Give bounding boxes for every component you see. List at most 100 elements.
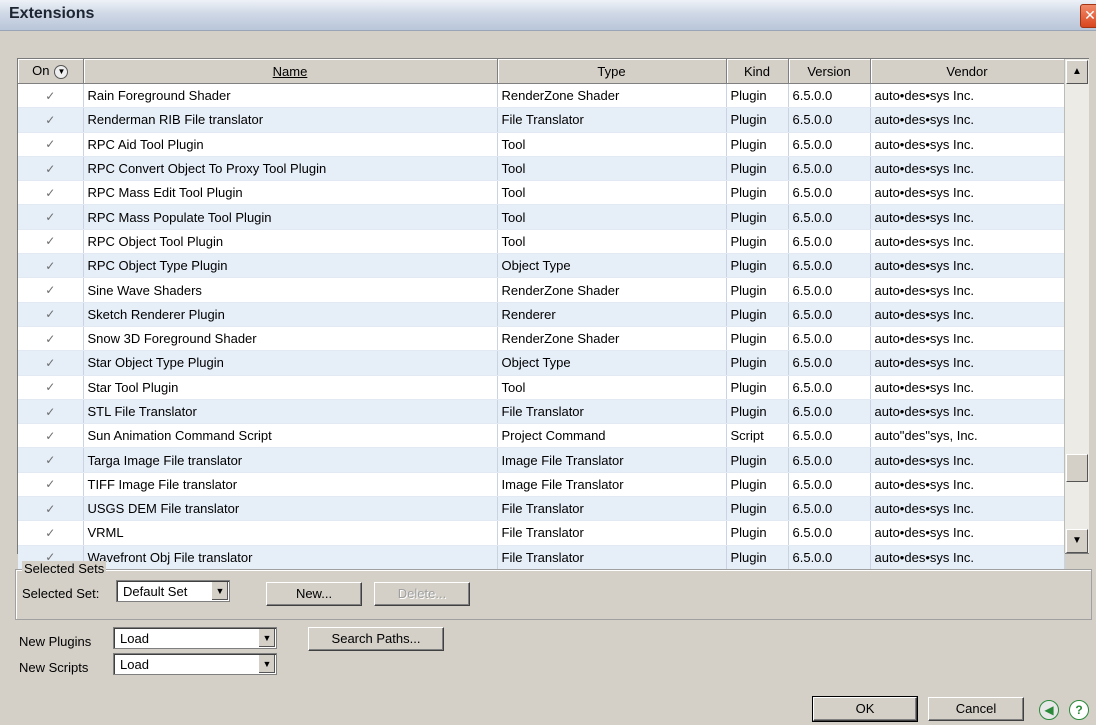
table-row[interactable]: ✓ Star Object Type Plugin Object Type Plugi… bbox=[18, 350, 1065, 376]
table-row[interactable]: ✓ RPC Convert Object To Proxy Tool Plugin… bbox=[18, 156, 1065, 182]
checkmark-icon[interactable]: ✓ bbox=[18, 423, 84, 449]
new-set-button[interactable]: New... bbox=[266, 582, 362, 606]
checkmark-icon[interactable]: ✓ bbox=[18, 132, 84, 157]
cell-version: 6.5.0.0 bbox=[788, 520, 871, 546]
table-row[interactable]: ✓ Targa Image File translator Image File T… bbox=[18, 447, 1065, 473]
table-row[interactable]: ✓ TIFF Image File translator Image File Tr… bbox=[18, 472, 1065, 498]
cell-kind: Plugin bbox=[726, 277, 789, 303]
scroll-up-arrow[interactable]: ▲ bbox=[1066, 60, 1088, 84]
new-scripts-value: Load bbox=[120, 657, 149, 672]
cell-version: 6.5.0.0 bbox=[788, 472, 871, 498]
checkmark-icon[interactable]: ✓ bbox=[18, 156, 84, 182]
cell-vendor: auto•des•sys Inc. bbox=[870, 302, 1065, 327]
ok-button[interactable]: OK bbox=[812, 696, 918, 722]
checkmark-icon[interactable]: ✓ bbox=[18, 180, 84, 206]
chevron-down-icon[interactable]: ▼ bbox=[211, 582, 228, 600]
cell-kind: Plugin bbox=[726, 107, 789, 133]
checkmark-icon[interactable]: ✓ bbox=[18, 107, 84, 133]
search-paths-button[interactable]: Search Paths... bbox=[308, 627, 444, 651]
chevron-down-icon[interactable]: ▼ bbox=[258, 629, 275, 647]
new-plugins-dropdown[interactable]: Load ▼ bbox=[113, 627, 277, 649]
cell-type: Tool bbox=[497, 132, 727, 157]
checkmark-icon[interactable]: ✓ bbox=[18, 326, 84, 352]
cell-kind: Plugin bbox=[726, 204, 789, 230]
delete-set-button[interactable]: Delete... bbox=[374, 582, 470, 606]
table-row[interactable]: ✓ Sketch Renderer Plugin Renderer Plugin 6.5… bbox=[18, 302, 1065, 327]
cell-type: Tool bbox=[497, 156, 727, 182]
scroll-thumb[interactable] bbox=[1066, 454, 1088, 482]
table-row[interactable]: ✓ USGS DEM File translator File Translator… bbox=[18, 496, 1065, 522]
column-header-on[interactable]: On ▼ bbox=[18, 59, 84, 84]
cell-name: Renderman RIB File translator bbox=[83, 107, 498, 133]
checkmark-icon[interactable]: ✓ bbox=[18, 302, 84, 327]
new-scripts-label: New Scripts bbox=[19, 660, 89, 675]
scroll-down-arrow[interactable]: ▼ bbox=[1066, 529, 1088, 553]
selected-set-dropdown[interactable]: Default Set ▼ bbox=[116, 580, 230, 602]
checkmark-icon[interactable]: ✓ bbox=[18, 229, 84, 255]
cell-kind: Plugin bbox=[726, 83, 789, 109]
vertical-scrollbar[interactable]: ▲ ▼ bbox=[1064, 59, 1089, 553]
back-arrow-icon[interactable]: ◀ bbox=[1039, 700, 1059, 720]
checkmark-icon[interactable]: ✓ bbox=[18, 277, 84, 303]
table-row[interactable]: ✓ STL File Translator File Translator Plugi… bbox=[18, 399, 1065, 425]
table-row[interactable]: ✓ RPC Aid Tool Plugin Tool Plugin 6.5.0.0 aut… bbox=[18, 132, 1065, 157]
table-row[interactable]: ✓ VRML File Translator Plugin 6.5.0.0 auto•de… bbox=[18, 520, 1065, 546]
cell-kind: Plugin bbox=[726, 229, 789, 255]
cell-version: 6.5.0.0 bbox=[788, 423, 871, 449]
cell-name: Sun Animation Command Script bbox=[83, 423, 498, 449]
cell-type: Renderer bbox=[497, 302, 727, 327]
cell-version: 6.5.0.0 bbox=[788, 350, 871, 376]
checkmark-icon[interactable]: ✓ bbox=[18, 399, 84, 425]
checkmark-icon[interactable]: ✓ bbox=[18, 204, 84, 230]
selected-set-value: Default Set bbox=[123, 584, 188, 599]
column-header-name[interactable]: Name bbox=[83, 59, 498, 84]
cell-vendor: auto•des•sys Inc. bbox=[870, 180, 1065, 206]
sort-menu-icon[interactable]: ▼ bbox=[54, 64, 69, 79]
table-row[interactable]: ✓ RPC Mass Populate Tool Plugin Tool Plugin… bbox=[18, 204, 1065, 230]
cancel-button[interactable]: Cancel bbox=[928, 697, 1024, 721]
column-header-kind[interactable]: Kind bbox=[726, 59, 789, 84]
table-row[interactable]: ✓ Renderman RIB File translator File Trans… bbox=[18, 107, 1065, 133]
table-row[interactable]: ✓ Star Tool Plugin Tool Plugin 6.5.0.0 auto•d… bbox=[18, 375, 1065, 400]
column-header-version[interactable]: Version bbox=[788, 59, 871, 84]
cell-kind: Plugin bbox=[726, 253, 789, 279]
table-row[interactable]: ✓ Sine Wave Shaders RenderZone Shader Plugi… bbox=[18, 277, 1065, 303]
checkmark-icon[interactable]: ✓ bbox=[18, 472, 84, 498]
extensions-table: On ▼ Name Type Kind Version Vendor ✓ Rain … bbox=[18, 59, 1065, 570]
help-icon[interactable]: ? bbox=[1069, 700, 1089, 720]
cell-version: 6.5.0.0 bbox=[788, 375, 871, 400]
table-row[interactable]: ✓ Snow 3D Foreground Shader RenderZone Sha… bbox=[18, 326, 1065, 352]
cell-type: File Translator bbox=[497, 520, 727, 546]
table-row[interactable]: ✓ Sun Animation Command Script Project Com… bbox=[18, 423, 1065, 449]
cell-name: VRML bbox=[83, 520, 498, 546]
checkmark-icon[interactable]: ✓ bbox=[18, 350, 84, 376]
checkmark-icon[interactable]: ✓ bbox=[18, 375, 84, 400]
table-row[interactable]: ✓ RPC Mass Edit Tool Plugin Tool Plugin 6.5.… bbox=[18, 180, 1065, 206]
checkmark-icon[interactable]: ✓ bbox=[18, 253, 84, 279]
cell-name: Wavefront Obj File translator bbox=[83, 545, 498, 570]
cell-kind: Plugin bbox=[726, 350, 789, 376]
close-button[interactable]: ✕ bbox=[1080, 4, 1096, 28]
table-row[interactable]: ✓ Rain Foreground Shader RenderZone Shader… bbox=[18, 83, 1065, 109]
checkmark-icon[interactable]: ✓ bbox=[18, 520, 84, 546]
table-row[interactable]: ✓ Wavefront Obj File translator File Trans… bbox=[18, 545, 1065, 570]
checkmark-icon[interactable]: ✓ bbox=[18, 447, 84, 473]
cell-type: Tool bbox=[497, 375, 727, 400]
checkmark-icon[interactable]: ✓ bbox=[18, 83, 84, 109]
cell-name: Sine Wave Shaders bbox=[83, 277, 498, 303]
cell-kind: Plugin bbox=[726, 545, 789, 570]
column-header-vendor[interactable]: Vendor bbox=[870, 59, 1065, 84]
cell-vendor: auto•des•sys Inc. bbox=[870, 83, 1065, 109]
table-row[interactable]: ✓ RPC Object Tool Plugin Tool Plugin 6.5.0.0… bbox=[18, 229, 1065, 255]
chevron-down-icon[interactable]: ▼ bbox=[258, 655, 275, 673]
cell-vendor: auto•des•sys Inc. bbox=[870, 204, 1065, 230]
title-bar: Extensions ✕ bbox=[0, 0, 1096, 31]
cell-vendor: auto•des•sys Inc. bbox=[870, 253, 1065, 279]
table-row[interactable]: ✓ RPC Object Type Plugin Object Type Plugin… bbox=[18, 253, 1065, 279]
new-plugins-value: Load bbox=[120, 631, 149, 646]
column-header-type[interactable]: Type bbox=[497, 59, 727, 84]
checkmark-icon[interactable]: ✓ bbox=[18, 496, 84, 522]
cell-version: 6.5.0.0 bbox=[788, 229, 871, 255]
new-scripts-dropdown[interactable]: Load ▼ bbox=[113, 653, 277, 675]
cell-name: RPC Mass Edit Tool Plugin bbox=[83, 180, 498, 206]
